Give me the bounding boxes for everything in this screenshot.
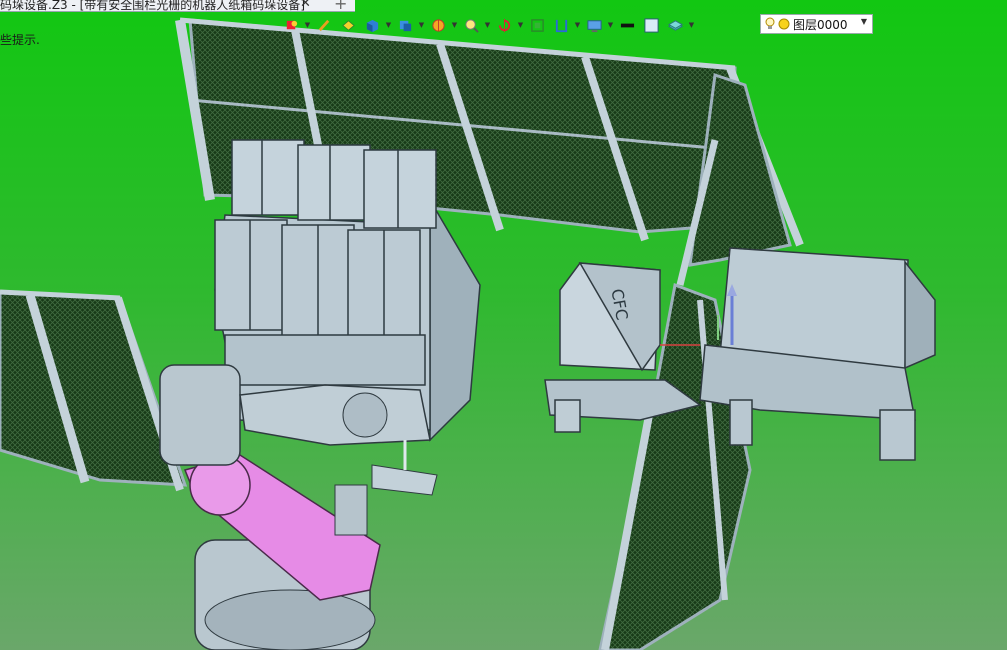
chevron-down-icon[interactable]: ▼: [451, 15, 458, 35]
box-outline-icon[interactable]: [640, 15, 662, 35]
chevron-down-icon[interactable]: ▼: [385, 15, 392, 35]
view-toolbar: ▼ ▼ ▼ ▼ ▼ ▼ ▼ ▼ ▼: [280, 14, 695, 36]
layers-icon[interactable]: [664, 15, 686, 35]
chevron-down-icon[interactable]: ▼: [418, 15, 425, 35]
industrial-robot[interactable]: [159, 364, 438, 650]
shading-icon[interactable]: [337, 15, 359, 35]
section-icon[interactable]: [550, 15, 572, 35]
layer-color-icon[interactable]: [778, 18, 790, 30]
chevron-down-icon[interactable]: ▼: [484, 15, 491, 35]
rotate-icon[interactable]: [493, 15, 515, 35]
zoom-icon[interactable]: [460, 15, 482, 35]
display-icon[interactable]: [583, 15, 605, 35]
chevron-down-icon[interactable]: ▼: [517, 15, 524, 35]
chevron-down-icon[interactable]: ▼: [861, 17, 867, 26]
safety-fence-left: [0, 289, 188, 492]
chevron-down-icon[interactable]: ▼: [688, 15, 695, 35]
lightbulb-icon[interactable]: [765, 17, 775, 31]
chevron-down-icon[interactable]: ▼: [304, 15, 311, 35]
chevron-down-icon[interactable]: ▼: [607, 15, 614, 35]
brush-icon[interactable]: [313, 15, 335, 35]
case-erector-machine: [699, 247, 936, 461]
robot-upper-arm: [239, 384, 431, 446]
light-icon[interactable]: [280, 15, 302, 35]
chevron-down-icon[interactable]: ▼: [574, 15, 581, 35]
cube-icon[interactable]: [361, 15, 383, 35]
new-tab-button[interactable]: +: [334, 0, 347, 13]
scene-canvas[interactable]: CFC: [0, 0, 1007, 650]
layer-dropdown[interactable]: 图层0000 ▼: [760, 14, 873, 34]
frame-icon[interactable]: [526, 15, 548, 35]
close-tab-icon[interactable]: ✕: [300, 0, 311, 11]
window-title-bar: 码垛设备.Z3 - [带有安全围栏光栅的机器人纸箱码垛设备] ✕: [0, 0, 355, 12]
color-wheel-icon[interactable]: [427, 15, 449, 35]
view-cube-icon[interactable]: [394, 15, 416, 35]
status-hint: 些提示.: [0, 33, 40, 47]
black-rect-icon[interactable]: [616, 15, 638, 35]
3d-viewport[interactable]: CFC 码垛设备.Z3 - [带有安全围栏光栅的机器人纸箱码垛设备] ✕ + 些…: [0, 0, 1007, 650]
layer-name: 图层0000: [793, 17, 848, 32]
window-title: 码垛设备.Z3 - [带有安全围栏光栅的机器人纸箱码垛设备]: [0, 0, 305, 12]
